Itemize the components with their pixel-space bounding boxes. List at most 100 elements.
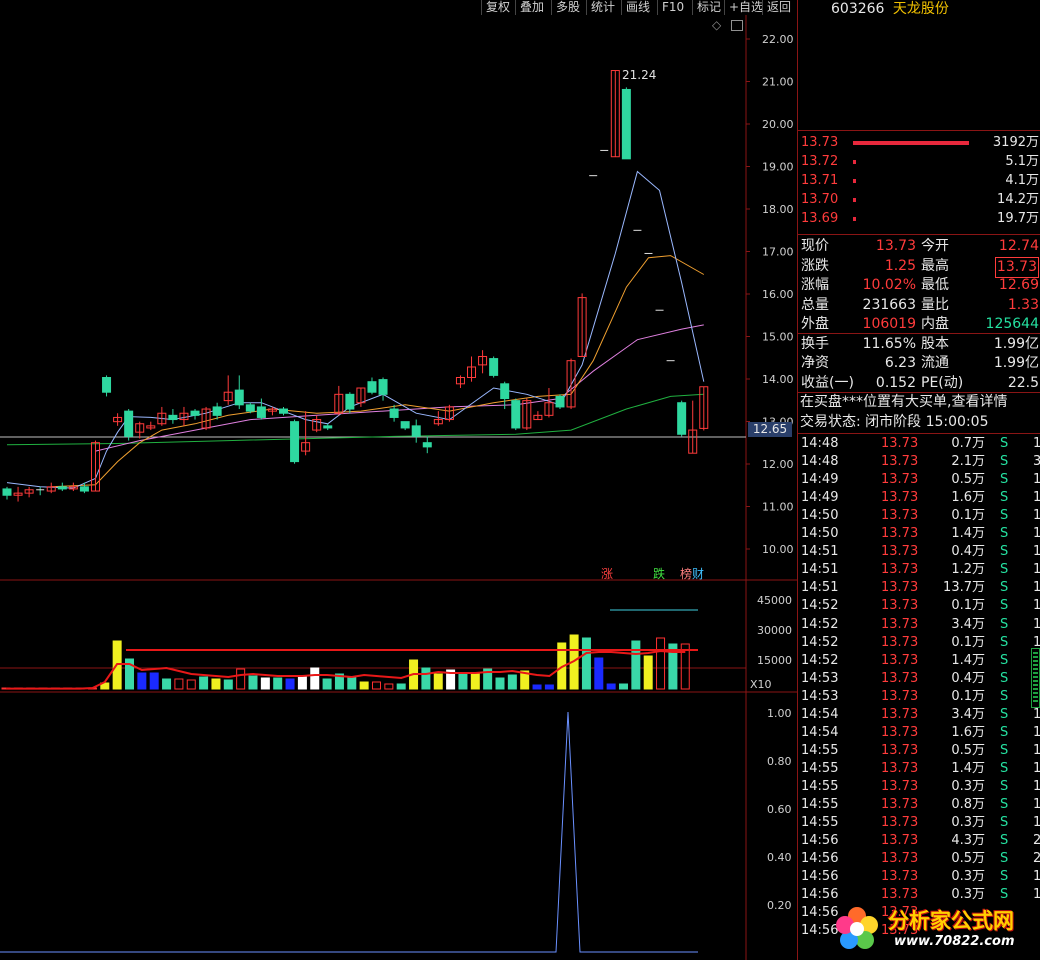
tick-row: 14:55 13.73 0.3万 S 1 (801, 814, 1040, 832)
window-toggle-icon[interactable] (731, 20, 743, 31)
tick-price: 13.73 (881, 815, 919, 831)
volume-bar (384, 683, 394, 690)
limit-up-marker[interactable]: 涨 (601, 565, 613, 582)
tick-time: 14:54 (801, 706, 839, 722)
price-tick: 15.00 (762, 331, 794, 344)
volume-bar (174, 678, 184, 690)
tick-row: 14:5213.731.4万S1 (801, 652, 1040, 670)
quote-label: 涨跌 (801, 257, 829, 274)
volume-bar (162, 678, 172, 690)
quote-row: 现价 13.73 今开 12.74 (801, 237, 1039, 256)
tick-side: S (1000, 724, 1009, 740)
tick-price: 13.73 (881, 760, 919, 776)
tick-price: 13.73 (881, 688, 919, 704)
tick-row: 14:51 13.73 13.7万 S 1 (801, 579, 1040, 597)
tick-price: 13.73 (881, 598, 919, 614)
candle (323, 425, 333, 429)
indicator-tick: 0.80 (767, 755, 792, 768)
tick-volume: 1.6万 (951, 490, 985, 506)
tick-side: S (1000, 652, 1009, 668)
tick-row: 14:48 13.73 2.1万 S 3 (801, 453, 1040, 471)
kline-chart-area[interactable]: 22.00 21.00 20.00 19.00 18.00 17.00 16.00 15.00… (0, 0, 797, 960)
toolbar-button-1[interactable]: 叠加 (515, 0, 548, 15)
toolbar-button-5[interactable]: F10 (657, 0, 688, 15)
order-volume-bar (853, 179, 856, 183)
quote-value: 0.152 (875, 374, 916, 391)
tick-time: 14:55 (801, 742, 839, 758)
order-price: 13.71 (801, 173, 839, 188)
tick-time: 14:48 (801, 454, 839, 470)
toolbar-button-3[interactable]: 统计 (586, 0, 619, 15)
order-price: 13.69 (801, 211, 839, 226)
tick-price: 13.73 (881, 454, 919, 470)
indicator-tick: 0.40 (767, 851, 792, 864)
tick-price: 13.73 (881, 833, 919, 849)
tick-side: S (1000, 815, 1009, 831)
toolbar-button-8[interactable]: 返回 (762, 0, 795, 15)
toolbar-button-6[interactable]: 标记 (692, 0, 725, 15)
tick-price: 13.73 (881, 724, 919, 740)
candle (124, 410, 134, 437)
quote-value: 6.23 (884, 355, 916, 371)
tick-time: 14:50 (801, 526, 839, 542)
tick-price: 13.73 (881, 797, 919, 812)
toolbar-button-7[interactable]: +自选 (724, 0, 767, 15)
quote-label: 今开 (921, 238, 949, 254)
tick-time: 14:54 (801, 724, 839, 740)
volume-bar (236, 668, 246, 690)
order-book-row[interactable]: 13.72 5.1万 (801, 153, 1039, 171)
quote-value: 1.99亿 (993, 335, 1039, 352)
quote-value: 106019 (862, 316, 916, 332)
tick-price: 13.73 (881, 851, 919, 867)
volume-bar (544, 684, 554, 690)
toolbar-button-2[interactable]: 多股 (551, 0, 584, 15)
tick-row: 14:49 13.73 1.6万 S 1 (801, 489, 1040, 507)
volume-bar (347, 676, 357, 690)
volume-bar (372, 681, 381, 690)
order-volume-bar (853, 160, 856, 164)
price-tick: 19.00 (762, 161, 794, 174)
tick-count: 1 (1033, 526, 1040, 542)
order-book-row[interactable]: 13.70 14.2万 (801, 191, 1039, 209)
tick-price: 13.73 (881, 526, 919, 542)
candle (555, 395, 565, 408)
tick-time: 14:53 (801, 688, 839, 704)
tick-row: 14:52 13.73 3.4万 S 1 (801, 616, 1040, 634)
quote-label: 最高 (921, 257, 949, 274)
tick-count: 1 (1033, 544, 1040, 560)
tick-time: 14:51 (801, 562, 839, 578)
volume-bar (199, 676, 209, 690)
order-book-row[interactable]: 13.73 3192万 (801, 134, 1039, 152)
flower-logo-icon (836, 907, 878, 949)
tick-volume: 1.2万 (951, 562, 985, 578)
tick-side: S (1000, 616, 1009, 632)
tick-row: 14:54 13.73 1.6万 S 1 (801, 724, 1040, 742)
tick-scrollbar[interactable] (1031, 648, 1040, 708)
quote-value: 11.65% (862, 335, 916, 352)
order-book-row[interactable]: 13.71 4.1万 (801, 172, 1039, 190)
tick-count: 1 (1033, 742, 1040, 758)
toolbar-button-4[interactable]: 画线 (621, 0, 654, 15)
candle (190, 410, 200, 416)
diamond-icon[interactable]: ◇ (712, 18, 721, 32)
finance-marker[interactable]: 财 (692, 565, 704, 582)
tick-side: S (1000, 869, 1009, 885)
volume-bar (297, 676, 307, 690)
volume-bar (532, 684, 542, 690)
volume-bar (495, 677, 505, 690)
limit-down-marker[interactable]: 跌 (653, 565, 665, 582)
stock-name: 天龙股份 (892, 1, 949, 17)
order-book-row[interactable]: 13.69 19.7万 (801, 210, 1039, 228)
volume-bar (211, 678, 221, 690)
indicator-tick: 0.60 (767, 803, 792, 816)
quote-label: 涨幅 (801, 277, 829, 293)
price-tick: 21.00 (762, 76, 794, 89)
order-volume-bar (853, 217, 856, 221)
candle (378, 379, 388, 395)
tick-time: 14:52 (801, 634, 839, 650)
tick-side: S (1000, 887, 1009, 903)
big-order-notice[interactable]: 在买盘***位置有大买单,查看详情 (800, 393, 1007, 412)
toolbar-button-0[interactable]: 复权 (481, 0, 514, 15)
rank-marker[interactable]: 榜 (680, 565, 692, 582)
price-tick: 17.00 (762, 246, 794, 259)
